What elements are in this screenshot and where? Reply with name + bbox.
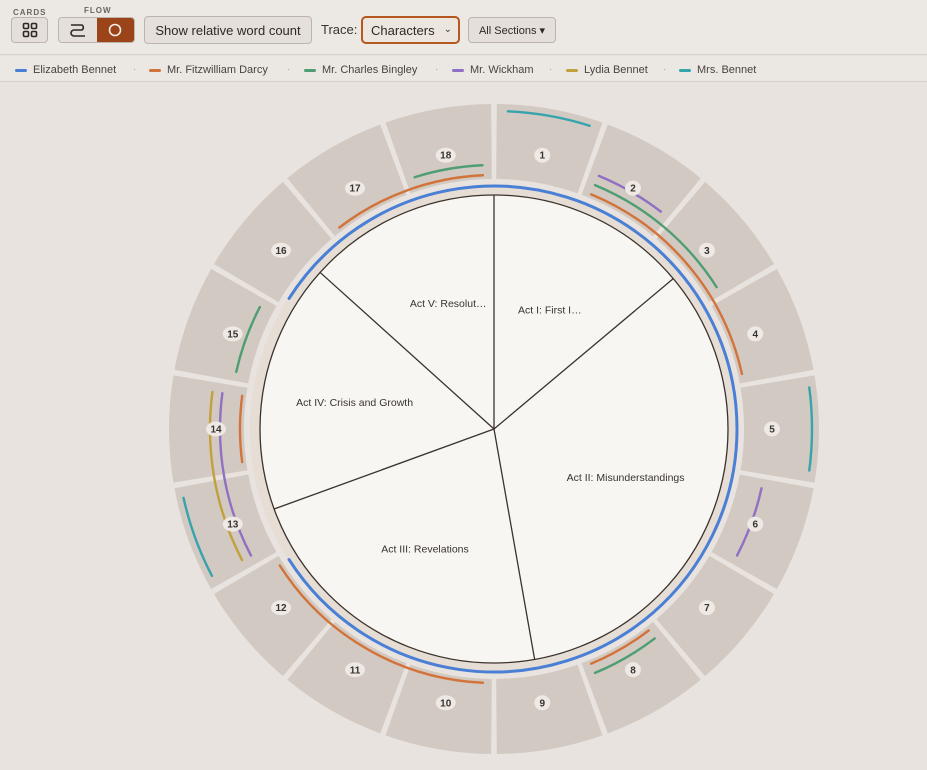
- scene-number: 18: [440, 151, 452, 162]
- legend-separator: ·: [133, 64, 137, 75]
- scene-badge-12[interactable]: 12: [271, 600, 292, 616]
- scene-number: 17: [349, 184, 361, 195]
- scene-number: 9: [539, 698, 545, 709]
- scene-segment-1[interactable]: [496, 104, 603, 194]
- circle-icon: [108, 23, 122, 37]
- scene-number: 5: [769, 425, 775, 436]
- scene-number: 6: [752, 520, 758, 531]
- flow-path-icon: [70, 24, 85, 37]
- flow-group-label: FLOW: [84, 6, 112, 15]
- legend-label: Mrs. Bennet: [697, 64, 757, 76]
- flow-linear-button[interactable]: [59, 18, 97, 42]
- scene-badge-14[interactable]: 14: [206, 421, 226, 437]
- legend-label: Mr. Charles Bingley: [322, 64, 418, 76]
- legend-item-wickham[interactable]: Mr. Wickham: [452, 63, 534, 77]
- legend-separator: ·: [663, 64, 667, 75]
- legend-item-darcy[interactable]: Mr. Fitzwilliam Darcy: [149, 63, 268, 77]
- scene-badge-5[interactable]: 5: [764, 421, 780, 437]
- scene-number: 4: [752, 329, 758, 340]
- scene-badge-8[interactable]: 8: [625, 662, 641, 678]
- cards-view-button[interactable]: [11, 17, 48, 43]
- flow-view-toggle: [58, 17, 135, 43]
- scene-segment-9[interactable]: [496, 664, 603, 754]
- scene-badge-13[interactable]: 13: [222, 516, 243, 532]
- legend-separator: ·: [287, 64, 291, 75]
- scene-number: 10: [440, 698, 452, 709]
- flow-circular-button[interactable]: [96, 18, 134, 42]
- legend-label: Mr. Fitzwilliam Darcy: [167, 64, 268, 76]
- scene-badge-9[interactable]: 9: [534, 695, 551, 711]
- scene-badge-1[interactable]: 1: [534, 147, 551, 163]
- legend-swatch: [15, 68, 27, 72]
- legend-swatch: [149, 68, 161, 72]
- scene-badge-11[interactable]: 11: [345, 662, 365, 678]
- scene-number: 8: [630, 665, 636, 676]
- scene-number: 14: [210, 425, 222, 436]
- legend-item-mrs-bennet[interactable]: Mrs. Bennet: [679, 63, 756, 77]
- scene-number: 16: [275, 246, 287, 257]
- act-label[interactable]: Act III: Revelations: [381, 544, 469, 556]
- scene-badge-16[interactable]: 16: [271, 242, 292, 258]
- scene-badge-15[interactable]: 15: [222, 326, 243, 342]
- legend-swatch: [304, 68, 316, 72]
- legend-swatch: [452, 68, 464, 72]
- trace-select-value: Characters: [371, 22, 435, 38]
- legend-item-bingley[interactable]: Mr. Charles Bingley: [304, 63, 417, 77]
- act-label[interactable]: Act IV: Crisis and Growth: [296, 397, 413, 409]
- scene-badge-6[interactable]: 6: [747, 516, 764, 532]
- scene-number: 11: [350, 665, 361, 676]
- scene-badge-18[interactable]: 18: [435, 147, 456, 163]
- word-count-button[interactable]: Show relative word count: [144, 16, 312, 44]
- scene-number: 3: [704, 246, 710, 257]
- scene-number: 15: [227, 329, 239, 340]
- trace-select[interactable]: Characters ⌄: [361, 16, 460, 44]
- scene-number: 13: [227, 520, 239, 531]
- legend-label: Elizabeth Bennet: [33, 64, 117, 76]
- scene-badge-10[interactable]: 10: [435, 695, 456, 711]
- scene-badge-17[interactable]: 17: [345, 180, 365, 196]
- scene-badge-3[interactable]: 3: [698, 242, 715, 258]
- legend-label: Mr. Wickham: [470, 64, 534, 76]
- scene-number: 1: [539, 151, 545, 162]
- act-label[interactable]: Act V: Resolut…: [410, 298, 487, 310]
- legend-label: Lydia Bennet: [584, 64, 648, 76]
- character-legend: Elizabeth Bennet · Mr. Fitzwilliam Darcy…: [0, 56, 927, 82]
- scene-number: 7: [704, 603, 710, 614]
- legend-separator: ·: [435, 64, 439, 75]
- legend-item-lydia[interactable]: Lydia Bennet: [566, 63, 648, 77]
- sections-dropdown[interactable]: All Sections ▾: [468, 17, 556, 43]
- chevron-down-icon: ⌄: [443, 24, 452, 35]
- scene-badge-4[interactable]: 4: [747, 326, 764, 342]
- scene-badge-2[interactable]: 2: [625, 180, 641, 196]
- story-wheel: Act I: First I… Act II: Misunderstandings…: [169, 104, 820, 754]
- scene-number: 2: [630, 184, 636, 195]
- trace-label: Trace:: [321, 22, 358, 37]
- grid-icon: [22, 22, 37, 38]
- act-label[interactable]: Act II: Misunderstandings: [567, 472, 685, 484]
- cards-group-label: CARDS: [13, 8, 47, 17]
- scene-number: 12: [275, 603, 287, 614]
- scene-badge-7[interactable]: 7: [698, 600, 715, 616]
- act-label[interactable]: Act I: First I…: [518, 304, 582, 316]
- act-pie: Act I: First I… Act II: Misunderstandings…: [259, 194, 729, 664]
- legend-swatch: [566, 68, 578, 72]
- toolbar: CARDS FLOW Show relative word count Trac…: [0, 0, 927, 55]
- legend-swatch: [679, 68, 691, 72]
- legend-separator: ·: [549, 64, 553, 75]
- legend-item-elizabeth[interactable]: Elizabeth Bennet: [15, 63, 116, 77]
